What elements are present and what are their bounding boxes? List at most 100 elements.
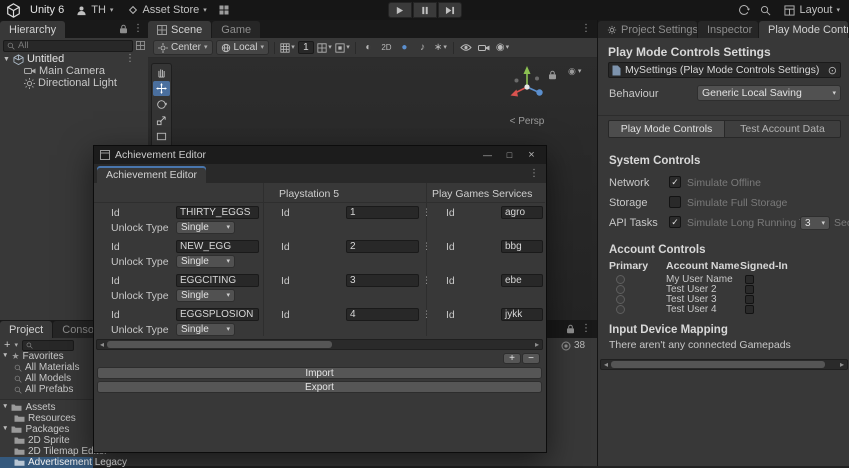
search-icon[interactable] <box>760 5 771 16</box>
tree-item-2d-tilemap-editor[interactable]: 2D Tilemap Editor <box>0 446 107 457</box>
tab-scene[interactable]: Scene <box>148 21 212 38</box>
hierarchy-search-input[interactable]: All <box>3 39 133 52</box>
ps5-id-field[interactable]: 1 <box>346 206 419 219</box>
scroll-left-arrow[interactable]: ◂ <box>601 360 611 369</box>
scroll-left-arrow[interactable]: ◂ <box>97 340 107 349</box>
account-row[interactable]: Test User 2 <box>598 284 849 295</box>
import-button[interactable]: Import <box>97 367 542 379</box>
simulate-long-running-tasks-checkbox[interactable]: ✓ <box>669 216 681 228</box>
signed-in-checkbox[interactable] <box>745 295 754 304</box>
rotate-tool-button[interactable] <box>153 97 170 112</box>
foldout-icon[interactable]: ▼ <box>2 404 8 411</box>
primary-radio[interactable] <box>616 305 625 314</box>
simulate-offline-checkbox[interactable]: ✓ <box>669 176 681 188</box>
services-grid-icon[interactable] <box>219 5 229 15</box>
scale-tool-button[interactable] <box>153 113 170 128</box>
lock-icon[interactable] <box>566 324 575 334</box>
subtab-test-account-data[interactable]: Test Account Data <box>724 121 840 137</box>
account-row[interactable]: Test User 3 <box>598 294 849 305</box>
achievement-id-field[interactable]: EGGCITING <box>176 274 259 287</box>
view-tool-button[interactable] <box>153 65 170 80</box>
tree-item-resources[interactable]: Resources <box>0 413 93 424</box>
hierarchy-item-directional-light[interactable]: Directional Light <box>0 77 148 89</box>
tab-project-settings[interactable]: Project Settings <box>598 21 697 38</box>
export-button[interactable]: Export <box>97 381 542 393</box>
snap-settings-icon[interactable]: ▾ <box>335 40 350 55</box>
add-row-button[interactable]: + <box>503 353 521 364</box>
tree-item-all-materials[interactable]: All Materials <box>0 362 93 373</box>
scroll-right-arrow[interactable]: ▸ <box>532 340 542 349</box>
rect-tool-button[interactable] <box>153 129 170 144</box>
create-asset-button[interactable]: + <box>4 340 10 351</box>
pgs-id-field[interactable]: agro <box>501 206 543 219</box>
hierarchy-item-main-camera[interactable]: Main Camera <box>0 65 148 77</box>
shading-mode-icon[interactable]: ◐ <box>361 40 376 55</box>
panel-menu-icon[interactable]: ⋮ <box>522 168 546 179</box>
object-picker-icon[interactable]: ⊙ <box>828 64 837 77</box>
ps5-id-field[interactable]: 4 <box>346 308 419 321</box>
account-row[interactable]: My User Name <box>598 274 849 285</box>
search-options-icon[interactable] <box>136 41 145 50</box>
minimize-button[interactable]: — <box>479 150 496 160</box>
scene-row-untitled[interactable]: ▼ Untitled ⋮ <box>0 53 148 65</box>
settings-object-field[interactable]: MySettings (Play Mode Controls Settings)… <box>608 62 841 78</box>
camera-settings-icon[interactable] <box>477 40 492 55</box>
tree-item-packages[interactable]: ▼ Packages <box>0 424 93 435</box>
lock-icon[interactable] <box>119 24 128 34</box>
drag-handle-icon[interactable]: ⋮ <box>422 276 431 285</box>
drag-handle-icon[interactable]: ⋮ <box>422 310 431 319</box>
projection-label[interactable]: < Persp <box>504 116 550 127</box>
account-row[interactable]: Test User 4 <box>598 304 849 315</box>
gizmo-lock-icon[interactable] <box>548 70 557 80</box>
pgs-id-field[interactable]: bbg <box>501 240 543 253</box>
remove-row-button[interactable]: − <box>522 353 540 364</box>
foldout-icon[interactable]: ▼ <box>3 56 10 63</box>
tree-item-advertisement-legacy[interactable]: Advertisement Legacy <box>0 457 127 468</box>
scene-visibility-icon[interactable] <box>459 40 474 55</box>
gizmos-dropdown[interactable]: ◉ ▾ <box>495 40 510 55</box>
account-menu[interactable]: TH ▾ <box>73 3 116 17</box>
lighting-toggle-icon[interactable]: ● <box>397 40 412 55</box>
unlock-type-dropdown[interactable]: Single ▾ <box>176 323 235 336</box>
table-hscrollbar[interactable]: ◂ ▸ <box>96 339 543 350</box>
tree-item-favorites[interactable]: ▼ ★ Favorites <box>0 351 93 362</box>
maximize-button[interactable]: □ <box>501 150 518 160</box>
window-titlebar[interactable]: Achievement Editor — □ × <box>94 146 546 164</box>
undo-history-icon[interactable] <box>738 4 751 16</box>
play-button[interactable] <box>387 2 412 18</box>
audio-toggle-icon[interactable]: ♪ <box>415 40 430 55</box>
tab-play-mode-control[interactable]: Play Mode Control <box>759 21 848 38</box>
primary-radio[interactable] <box>616 295 625 304</box>
drag-handle-icon[interactable]: ⋮ <box>422 208 431 217</box>
ps5-id-field[interactable]: 3 <box>346 274 419 287</box>
scroll-right-arrow[interactable]: ▸ <box>837 360 847 369</box>
primary-radio[interactable] <box>616 285 625 294</box>
layout-menu[interactable]: Layout ▾ <box>781 3 843 17</box>
primary-radio[interactable] <box>616 275 625 284</box>
achievement-id-field[interactable]: THIRTY_EGGS <box>176 206 259 219</box>
orientation-dropdown[interactable]: Local ▾ <box>215 40 269 55</box>
signed-in-checkbox[interactable] <box>745 305 754 314</box>
settings-hscrollbar[interactable]: ◂ ▸ <box>600 359 848 370</box>
unlock-type-dropdown[interactable]: Single ▾ <box>176 255 235 268</box>
ps5-id-field[interactable]: 2 <box>346 240 419 253</box>
grid-size-field[interactable]: 1 <box>297 41 314 54</box>
tab-project[interactable]: Project <box>0 321 53 338</box>
orientation-gizmo[interactable] <box>504 62 550 111</box>
panel-menu-icon[interactable]: ⋮ <box>575 24 597 34</box>
scene-menu-icon[interactable]: ⋮ <box>125 54 148 64</box>
tab-hierarchy[interactable]: Hierarchy <box>0 21 66 38</box>
signed-in-checkbox[interactable] <box>745 285 754 294</box>
behaviour-dropdown[interactable]: Generic Local Saving ▾ <box>697 85 841 101</box>
unlock-type-dropdown[interactable]: Single ▾ <box>176 221 235 234</box>
achievement-id-field[interactable]: EGGSPLOSION <box>176 308 259 321</box>
panel-menu-icon[interactable]: ⋮ <box>575 324 597 334</box>
tree-item-assets[interactable]: ▼ Assets <box>0 402 93 413</box>
effects-dropdown-icon[interactable]: ∗ ▾ <box>433 40 448 55</box>
snap-increment-icon[interactable]: ▾ <box>317 40 332 55</box>
close-button[interactable]: × <box>523 149 540 161</box>
tab-inspector[interactable]: Inspector <box>698 21 758 38</box>
move-tool-button[interactable] <box>153 81 170 96</box>
project-search-input[interactable] <box>21 339 74 351</box>
item-count-badge[interactable]: 38 <box>561 340 585 351</box>
